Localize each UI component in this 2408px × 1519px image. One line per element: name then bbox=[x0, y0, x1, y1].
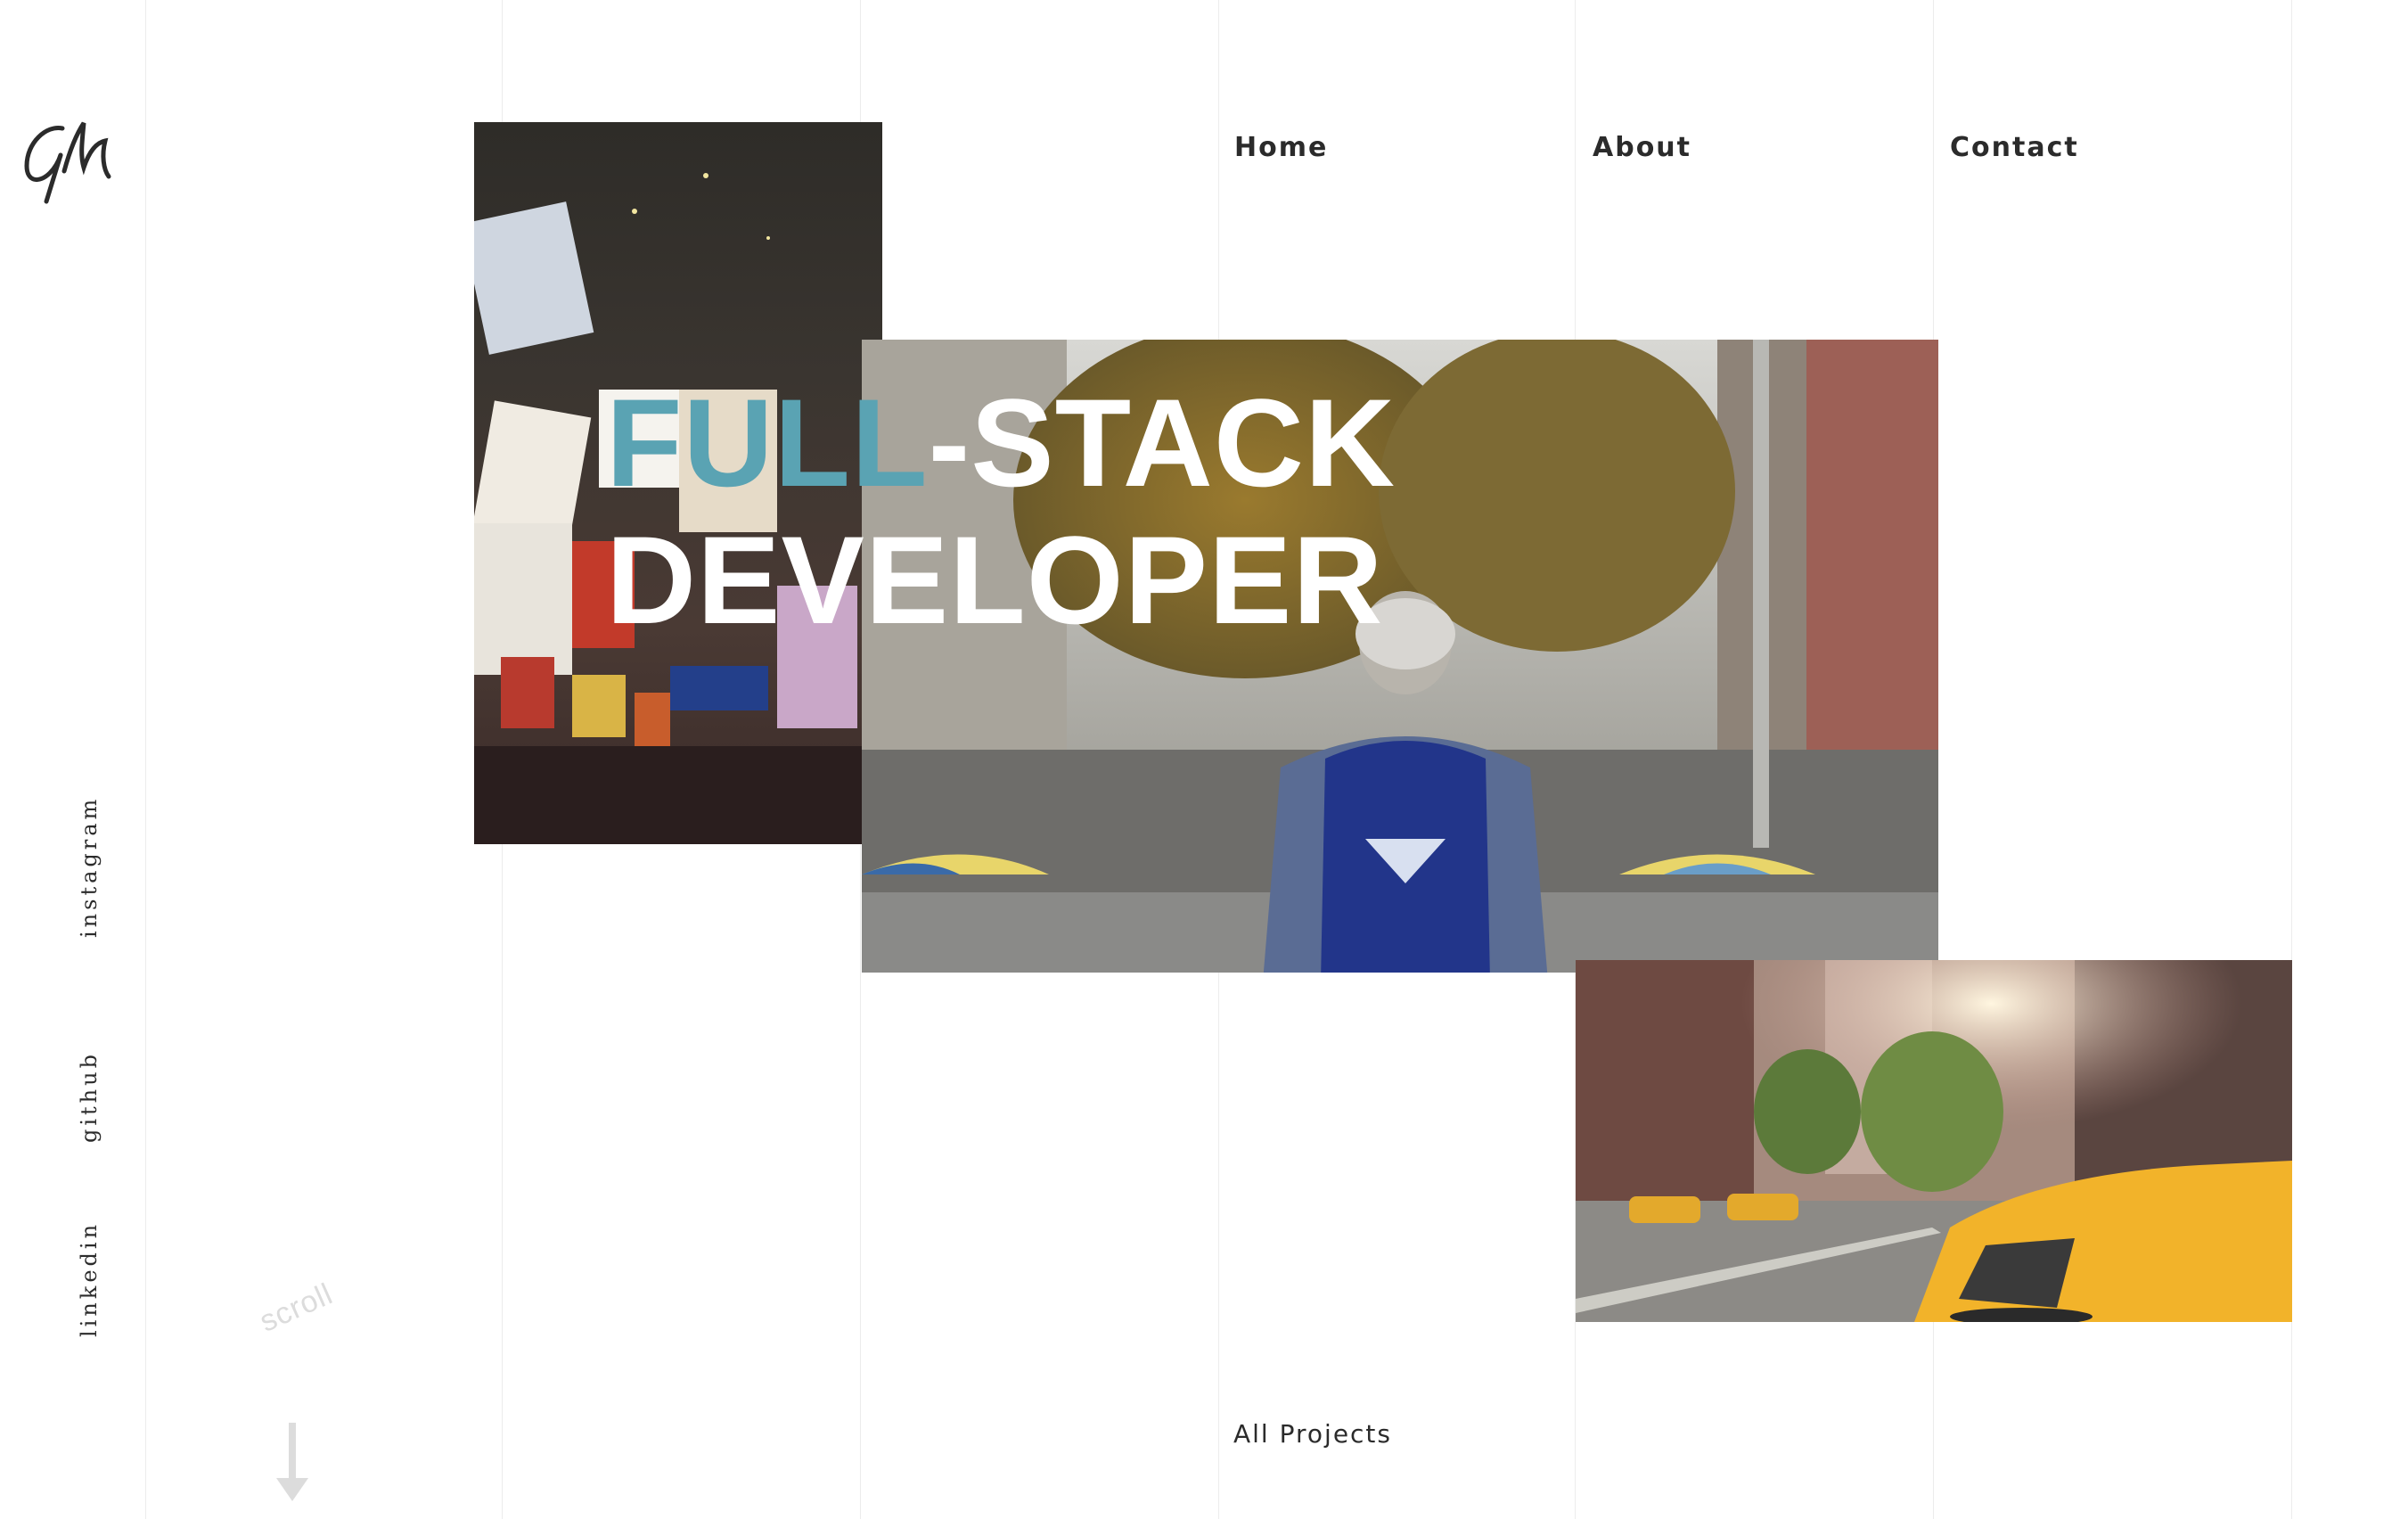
hero-title-line2: DEVELOPER bbox=[606, 510, 1384, 650]
site-logo[interactable] bbox=[20, 116, 118, 214]
grid-line bbox=[145, 0, 146, 1519]
taxi-photo bbox=[1576, 960, 2292, 1322]
hero-title: FULL-STACK DEVELOPER bbox=[606, 374, 1396, 649]
hero-title-accent: FULL bbox=[606, 373, 929, 513]
nav-contact[interactable]: Contact bbox=[1950, 132, 2079, 163]
linkedin-link[interactable]: linkedin bbox=[77, 1221, 102, 1337]
nav-about[interactable]: About bbox=[1593, 132, 1691, 163]
scroll-label: scroll bbox=[254, 1277, 339, 1339]
nav-home[interactable]: Home bbox=[1234, 132, 1328, 163]
instagram-link[interactable]: instagram bbox=[77, 796, 102, 938]
signature-logo-icon bbox=[24, 121, 111, 204]
hero-title-rest: -STACK bbox=[928, 373, 1396, 513]
all-projects-link[interactable]: All Projects bbox=[1233, 1419, 1392, 1449]
arrow-down-icon[interactable] bbox=[274, 1423, 310, 1503]
github-link[interactable]: github bbox=[77, 1051, 102, 1143]
